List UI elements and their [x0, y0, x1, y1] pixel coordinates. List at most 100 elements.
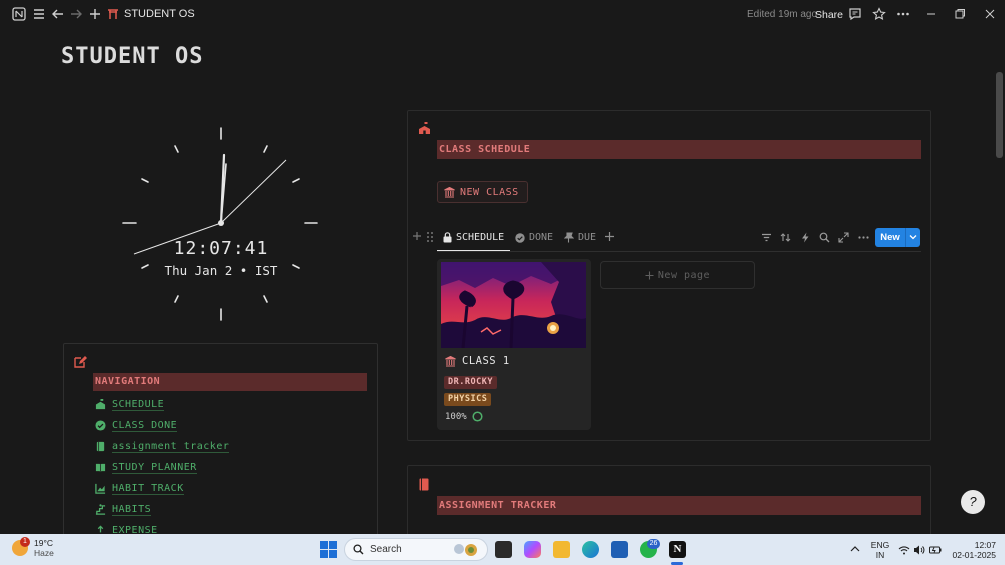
weather-badge: 1	[20, 537, 30, 547]
search-icon	[353, 544, 364, 555]
card-cover-image	[441, 262, 586, 349]
comments-icon[interactable]	[847, 7, 863, 23]
new-page-label: New page	[657, 269, 711, 281]
class-schedule-panel: CLASS SCHEDULE NEW CLASS SCHEDULE DONE D…	[407, 110, 931, 441]
assignment-tracker-heading: ASSIGNMENT TRACKER	[437, 496, 921, 515]
progress-value: 100%	[445, 411, 467, 422]
minimize-window-icon[interactable]	[923, 7, 939, 23]
chevron-down-icon[interactable]	[906, 233, 920, 242]
school-building-icon	[418, 122, 431, 135]
navigation-heading: NAVIGATION	[93, 373, 367, 391]
vertical-scrollbar[interactable]	[996, 72, 1003, 158]
new-class-button[interactable]: NEW CLASS	[437, 181, 528, 203]
back-arrow-icon[interactable]	[50, 7, 66, 23]
forward-arrow-icon[interactable]	[68, 7, 84, 23]
battery-icon[interactable]	[929, 543, 942, 555]
tab-label: SCHEDULE	[456, 232, 505, 243]
new-entry-button[interactable]: New	[875, 228, 920, 247]
favorite-star-icon[interactable]	[871, 7, 887, 23]
progress-ring-icon	[472, 411, 483, 422]
weather-widget[interactable]: 1 19°C Haze	[12, 537, 54, 558]
clock-digital-time: 12:07:41	[173, 238, 269, 259]
tab-label: DUE	[578, 232, 597, 243]
navigation-panel: NAVIGATION SCHEDULE CLASS DONE assignmen…	[63, 343, 378, 543]
language-indicator[interactable]: ENG IN	[869, 540, 891, 560]
check-circle-icon	[515, 232, 525, 243]
volume-icon[interactable]	[913, 543, 925, 555]
weather-condition: Haze	[34, 548, 54, 558]
new-page-button[interactable]: New page	[600, 261, 755, 289]
new-page-plus-icon[interactable]	[87, 7, 103, 23]
system-time: 12:07	[974, 540, 996, 550]
help-question-icon[interactable]: ?	[961, 490, 985, 514]
nav-item-assignment-tracker[interactable]: assignment tracker	[95, 436, 230, 457]
file-explorer-icon[interactable]	[553, 541, 570, 558]
nav-item-study-planner[interactable]: STUDY PLANNER	[95, 457, 229, 478]
filter-icon[interactable]	[759, 232, 773, 246]
chart-icon	[95, 483, 106, 494]
tabs-divider	[437, 251, 921, 252]
bank-icon	[445, 355, 456, 367]
copilot-icon[interactable]	[524, 541, 541, 558]
nav-item-label: SCHEDULE	[112, 398, 165, 411]
check-circle-icon	[95, 420, 106, 431]
lock-icon	[443, 232, 452, 243]
nav-item-label: assignment tracker	[112, 440, 230, 453]
clock-widget: 12:07:41 Thu Jan 2 • IST	[116, 122, 326, 327]
class-schedule-heading: CLASS SCHEDULE	[437, 140, 921, 159]
nav-item-class-done[interactable]: CLASS DONE	[95, 415, 229, 436]
tab-schedule[interactable]: SCHEDULE	[443, 232, 504, 243]
view-more-icon[interactable]	[856, 232, 870, 246]
clock-date: Thu Jan 2 • IST	[164, 263, 278, 278]
class-card[interactable]: CLASS 1 DR.ROCKY PHYSICS 100%	[437, 259, 591, 430]
progress-indicator: 100%	[445, 411, 483, 422]
clock-second-hand	[220, 159, 287, 224]
wifi-icon[interactable]	[898, 543, 910, 555]
nav-item-schedule[interactable]: SCHEDULE	[95, 394, 229, 415]
book-icon	[96, 441, 105, 452]
navigation-list: SCHEDULE CLASS DONE assignment tracker S…	[95, 394, 230, 541]
plus-icon	[645, 271, 654, 279]
edge-browser-icon[interactable]	[582, 541, 599, 558]
taskbar-search[interactable]: Search	[344, 538, 488, 561]
nav-item-habit-track[interactable]: HABIT TRACK	[95, 478, 229, 499]
media-app-icon[interactable]	[495, 541, 512, 558]
edit-note-icon	[73, 355, 87, 369]
more-options-icon[interactable]	[895, 7, 911, 23]
clock-face	[122, 127, 318, 321]
chevron-up-icon[interactable]	[849, 542, 861, 556]
card-title: CLASS 1	[445, 355, 510, 367]
page-title: STUDENT OS	[61, 44, 204, 69]
search-icon[interactable]	[817, 232, 831, 246]
search-highlight-icon	[454, 544, 477, 556]
book-icon	[418, 478, 430, 491]
notion-app-icon[interactable]: N	[669, 541, 686, 558]
restore-window-icon[interactable]	[952, 7, 968, 23]
share-button[interactable]: Share	[815, 9, 843, 21]
nav-item-label: HABITS	[112, 503, 152, 516]
close-window-icon[interactable]	[982, 7, 998, 23]
drag-handle-icon[interactable]	[426, 231, 434, 243]
nav-item-label: HABIT TRACK	[112, 482, 184, 495]
tab-done[interactable]: DONE	[515, 232, 553, 243]
breadcrumb[interactable]: STUDENT OS	[107, 8, 195, 20]
automation-lightning-icon[interactable]	[798, 232, 812, 246]
system-clock[interactable]: 12:07 02-01-2025	[948, 540, 996, 560]
nav-item-habits[interactable]: HABITS	[95, 499, 229, 520]
new-entry-label: New	[880, 232, 900, 243]
tab-label: DONE	[529, 232, 554, 243]
notion-logo-icon[interactable]	[11, 7, 27, 23]
edited-timestamp: Edited 19m ago	[747, 9, 818, 20]
microsoft-store-icon[interactable]	[611, 541, 628, 558]
new-class-label: NEW CLASS	[460, 186, 519, 198]
windows-start-icon[interactable]	[320, 541, 337, 558]
add-tab-plus-icon[interactable]	[604, 231, 615, 242]
sort-icon[interactable]	[778, 232, 792, 246]
sidebar-menu-icon[interactable]	[31, 7, 47, 23]
expand-icon[interactable]	[836, 232, 850, 246]
tab-due[interactable]: DUE	[564, 232, 596, 243]
system-date: 02-01-2025	[952, 550, 996, 560]
add-view-plus-icon[interactable]	[412, 231, 422, 241]
breadcrumb-title: STUDENT OS	[124, 8, 195, 20]
school-icon	[95, 399, 106, 410]
